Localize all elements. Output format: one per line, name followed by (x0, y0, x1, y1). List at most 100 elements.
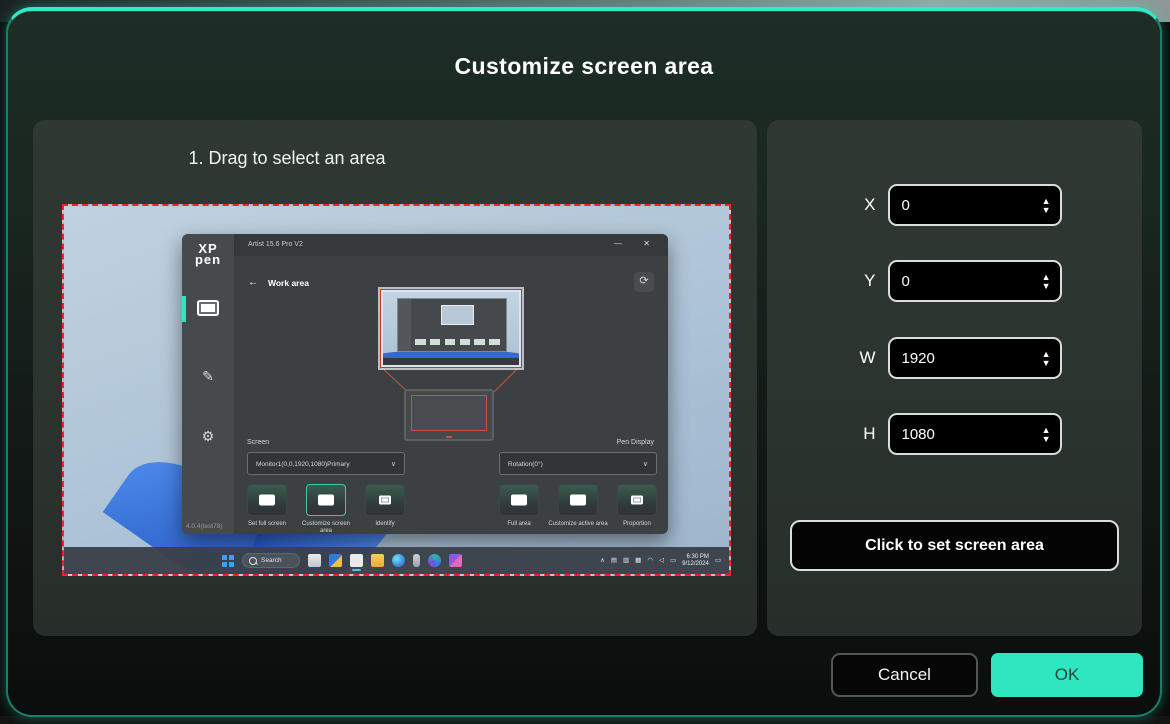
field-row-h: H ▲ ▼ (767, 412, 1142, 456)
edge-browser-icon (392, 554, 405, 567)
driver-titlebar: Artist 15.6 Pro V2 — ✕ (234, 234, 668, 256)
tile-label: Set full screen (237, 521, 297, 528)
taskbar-app-icon (413, 554, 420, 567)
windows-start-icon (222, 555, 234, 567)
minimize-icon: — (614, 239, 622, 248)
pen-display-section-label: Pen Display (617, 439, 654, 446)
stepper-down-icon[interactable]: ▼ (1042, 282, 1051, 290)
search-label: Search (261, 557, 282, 564)
stepper-up-icon[interactable]: ▲ (1042, 197, 1051, 205)
pen-tablet-outline (404, 389, 494, 441)
identify-tile-icon (379, 496, 391, 505)
monitor-select-dropdown: Monitor1(0,0,1920,1080)Primary ∨ (247, 452, 405, 475)
battery-icon: ▭ (670, 558, 676, 564)
monitor-select-value: Monitor1(0,0,1920,1080)Primary (256, 461, 350, 468)
clock-time: 6:30 PM (682, 554, 709, 561)
taskbar-app-icon-active (350, 554, 363, 567)
stepper-down-icon[interactable]: ▼ (1042, 206, 1051, 214)
sidebar-item-pen: ✎ (182, 360, 234, 394)
search-icon (249, 557, 257, 565)
tile-label: Customize active area (548, 521, 608, 528)
x-label: X (848, 195, 876, 215)
driver-window-title: Artist 15.6 Pro V2 (248, 241, 303, 248)
x-stepper[interactable]: ▲ ▼ (1042, 186, 1051, 224)
customize-screen-area-dialog: Customize screen area 1. Drag to select … (6, 7, 1162, 717)
h-input-wrap: ▲ ▼ (888, 413, 1062, 455)
h-label: H (848, 424, 876, 444)
stepper-up-icon[interactable]: ▲ (1042, 426, 1051, 434)
x-input[interactable] (890, 186, 1060, 224)
taskbar-center-icons: Search (222, 547, 462, 574)
coordinates-panel: X ▲ ▼ Y ▲ ▼ W (767, 120, 1142, 636)
work-area-title: Work area (268, 278, 309, 288)
xppen-logo: XP pen (182, 243, 234, 265)
monitor-thumbnail-desktop (383, 292, 519, 365)
xppen-driver-window: XP pen ✎ ⚙ 4.0.4(test78) (182, 234, 668, 534)
y-input[interactable] (890, 262, 1060, 300)
wifi-icon: ◠ (647, 558, 653, 564)
sidebar-item-tablet (182, 292, 234, 326)
customize-active-area-tile (558, 484, 598, 516)
mini-monitor-preview (441, 305, 473, 325)
tablet-tick-mark (446, 436, 452, 438)
driver-sidebar: XP pen ✎ ⚙ 4.0.4(test78) (182, 234, 234, 534)
dialog-title: Customize screen area (8, 53, 1160, 80)
screen-preview-drag-area[interactable]: XP pen ✎ ⚙ 4.0.4(test78) (62, 204, 731, 576)
clock-date: 9/12/2024 (682, 561, 709, 568)
full-area-tile (499, 484, 539, 516)
stepper-up-icon[interactable]: ▲ (1042, 350, 1051, 358)
identify-tile (365, 484, 405, 516)
taskbar-app-icon (449, 554, 462, 567)
w-input-wrap: ▲ ▼ (888, 337, 1062, 379)
notification-icon: ▭ (715, 558, 721, 564)
taskbar-app-icon (428, 554, 441, 567)
drag-select-panel: 1. Drag to select an area XP pen (33, 120, 757, 636)
proportion-tile-icon (631, 496, 643, 505)
y-stepper[interactable]: ▲ ▼ (1042, 262, 1051, 300)
h-stepper[interactable]: ▲ ▼ (1042, 415, 1051, 453)
w-input[interactable] (890, 339, 1060, 377)
x-input-wrap: ▲ ▼ (888, 184, 1062, 226)
xppen-logo-bottom: pen (182, 254, 234, 265)
back-arrow-icon: ← (248, 277, 258, 288)
tile-label: Proportion (607, 521, 667, 528)
mini-driver-window (397, 298, 508, 353)
tray-icon: ▤ (611, 558, 617, 564)
close-icon: ✕ (643, 239, 650, 248)
chevron-down-icon: ∨ (643, 460, 648, 468)
y-label: Y (848, 271, 876, 291)
volume-icon: ◁ (659, 558, 664, 564)
refresh-icon: ⟳ (634, 272, 654, 292)
tile-label: Full area (489, 521, 549, 528)
chevron-up-icon: ∧ (600, 558, 605, 564)
stepper-up-icon[interactable]: ▲ (1042, 273, 1051, 281)
stepper-down-icon[interactable]: ▼ (1042, 359, 1051, 367)
pen-icon: ✎ (182, 368, 234, 385)
mini-buttons-row (415, 339, 500, 345)
cancel-button[interactable]: Cancel (831, 653, 978, 697)
file-explorer-icon (371, 554, 384, 567)
gear-icon: ⚙ (182, 428, 234, 445)
screen-tile-icon (318, 495, 334, 506)
taskbar-clock: 6:30 PM 9/12/2024 (682, 554, 709, 568)
chevron-down-icon: ∨ (391, 460, 396, 468)
tablet-tile-icon (511, 495, 527, 506)
field-row-x: X ▲ ▼ (767, 183, 1142, 227)
desktop-behind-bottom (0, 716, 1170, 724)
screen-section-label: Screen (247, 439, 269, 446)
driver-version: 4.0.4(test78) (186, 523, 223, 530)
taskbar-search: Search (242, 553, 300, 568)
w-stepper[interactable]: ▲ ▼ (1042, 339, 1051, 377)
taskbar-app-icon (329, 554, 342, 567)
set-screen-area-button[interactable]: Click to set screen area (790, 520, 1119, 571)
rotation-select-dropdown: Rotation(0°) ∨ (499, 452, 657, 475)
rotation-select-value: Rotation(0°) (508, 461, 543, 468)
drag-instruction: 1. Drag to select an area (47, 148, 527, 169)
tablet-tile-icon (570, 495, 586, 506)
h-input[interactable] (890, 415, 1060, 453)
sidebar-item-settings: ⚙ (182, 420, 234, 454)
w-label: W (848, 348, 876, 368)
stepper-down-icon[interactable]: ▼ (1042, 435, 1051, 443)
ok-button[interactable]: OK (991, 653, 1143, 697)
windows-taskbar: Search ∧ ▤ ▥ ▦ ◠ ◁ (64, 547, 729, 574)
